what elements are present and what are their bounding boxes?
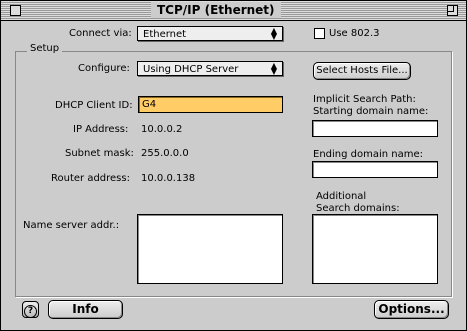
subnet-mask-label: Subnet mask:	[65, 148, 134, 159]
popup-arrows-icon: ▲ ▼	[270, 26, 278, 41]
search-domains-field[interactable]	[312, 214, 438, 284]
configure-popup[interactable]: Using DHCP Server ▲ ▼	[137, 61, 283, 76]
help-icon: ?	[24, 305, 37, 318]
implicit-search-path-label: Implicit Search Path:	[313, 94, 416, 105]
dhcp-client-id-label: DHCP Client ID:	[55, 100, 133, 111]
dhcp-client-id-field[interactable]: G4	[138, 96, 283, 113]
connect-via-label: Connect via:	[69, 28, 132, 39]
configure-label: Configure:	[78, 63, 130, 74]
connect-via-value: Ethernet	[143, 29, 187, 40]
ip-address-value: 10.0.0.2	[141, 124, 183, 135]
setup-group-label: Setup	[27, 43, 63, 55]
ip-address-label: IP Address:	[73, 124, 129, 135]
configure-value: Using DHCP Server	[143, 64, 239, 75]
info-button[interactable]: Info	[48, 300, 123, 319]
title-bar[interactable]: TCP/IP (Ethernet)	[1, 1, 466, 21]
use-8023-label: Use 802.3	[329, 28, 380, 39]
close-box-icon[interactable]	[10, 5, 21, 16]
window-title: TCP/IP (Ethernet)	[151, 2, 281, 18]
options-button[interactable]: Options...	[374, 300, 449, 319]
router-address-value: 10.0.0.138	[141, 173, 196, 184]
router-address-label: Router address:	[51, 173, 130, 184]
ending-domain-field[interactable]	[312, 161, 438, 178]
use-8023-checkbox[interactable]	[314, 28, 325, 39]
popup-arrows-icon: ▲ ▼	[270, 61, 278, 76]
starting-domain-label: Starting domain name:	[313, 106, 429, 117]
help-button[interactable]: ?	[22, 301, 39, 318]
select-hosts-file-button[interactable]: Select Hosts File...	[313, 62, 411, 80]
name-server-field[interactable]	[137, 214, 283, 284]
subnet-mask-value: 255.0.0.0	[141, 148, 189, 159]
starting-domain-field[interactable]	[312, 120, 438, 137]
additional-label: Additional	[316, 191, 367, 202]
zoom-box-icon[interactable]	[447, 5, 458, 16]
ending-domain-label: Ending domain name:	[313, 149, 424, 160]
name-server-label: Name server addr.:	[23, 220, 120, 231]
connect-via-popup[interactable]: Ethernet ▲ ▼	[137, 26, 283, 41]
tcpip-window: TCP/IP (Ethernet) Connect via: Ethernet …	[0, 0, 467, 331]
